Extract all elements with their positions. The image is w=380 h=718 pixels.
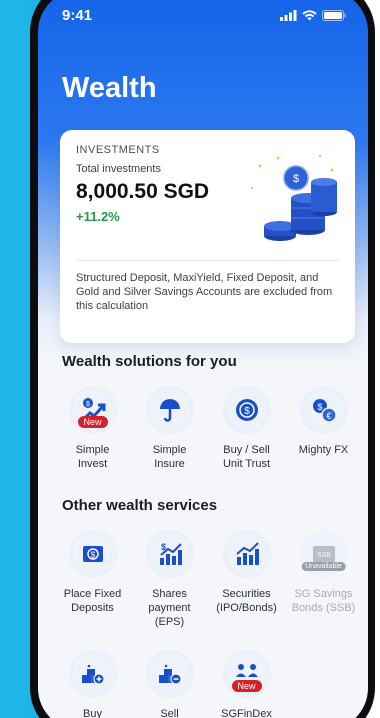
chart-up-icon: $ New — [68, 386, 117, 434]
gold-minus-icon — [145, 650, 194, 698]
svg-text:€: € — [326, 411, 331, 421]
sell-gold-item[interactable]: Sell — [131, 650, 208, 718]
sgfindex-label: SGFinDex — [221, 708, 272, 718]
shares-payment-item[interactable]: $ Shares payment (EPS) — [131, 530, 208, 629]
investments-card[interactable]: INVESTMENTS Total investments 8,000.50 S… — [60, 130, 355, 343]
other-services-title: Other wealth services — [62, 497, 218, 514]
coin-icon: $ — [222, 386, 271, 434]
svg-text:$: $ — [244, 406, 250, 417]
securities-label: Securities (IPO/Bonds) — [216, 588, 277, 614]
fixed-deposits-label: Place Fixed Deposits — [63, 588, 122, 614]
card-divider — [76, 260, 339, 261]
shares-chart-icon: $ — [145, 530, 194, 578]
fixed-deposits-item[interactable]: $ Place Fixed Deposits — [54, 530, 131, 629]
buy-gold-item[interactable]: Buy — [54, 650, 131, 718]
coins-stack-icon: $ — [250, 154, 337, 241]
simple-invest-label: Simple Invest — [75, 444, 110, 470]
signal-icon — [280, 9, 297, 21]
dollar-note-icon: $ — [68, 530, 117, 578]
securities-item[interactable]: Securities (IPO/Bonds) — [208, 530, 285, 629]
simple-insure-item[interactable]: Simple Insure — [131, 386, 208, 471]
wifi-icon — [302, 9, 317, 20]
other-services-grid: $ Place Fixed Deposits $ Shares payment … — [54, 530, 364, 629]
unit-trust-label: Buy / Sell Unit Trust — [222, 444, 271, 470]
umbrella-icon — [145, 386, 194, 434]
new-badge: New — [231, 680, 262, 692]
buy-label: Buy — [83, 708, 102, 718]
battery-icon — [322, 9, 346, 21]
gold-plus-icon — [68, 650, 117, 698]
sgfindex-item[interactable]: New SGFinDex — [208, 650, 285, 718]
status-time: 9:41 — [62, 6, 93, 24]
svg-text:$: $ — [86, 401, 90, 408]
simple-invest-item[interactable]: $ New Simple Invest — [54, 386, 131, 471]
people-icon: New — [222, 650, 271, 698]
total-investments-amount: 8,000.50 SGD — [76, 180, 210, 203]
wealth-solutions-title: Wealth solutions for you — [62, 353, 237, 370]
sell-label: Sell — [160, 708, 179, 718]
unavailable-badge: Unavailable — [301, 562, 346, 571]
unit-trust-item[interactable]: $ Buy / Sell Unit Trust — [208, 386, 285, 471]
other-services-grid-row2: Buy Sell New SGFinDex — [54, 650, 364, 718]
page-title: Wealth — [62, 72, 157, 104]
status-icons — [280, 9, 346, 21]
currency-exchange-icon: $ € — [299, 386, 348, 434]
svg-text:$: $ — [90, 551, 95, 560]
sg-savings-bonds-label: SG Savings Bonds (SSB) — [291, 588, 356, 614]
simple-insure-label: Simple Insure — [152, 444, 187, 470]
total-investments-label: Total investments — [76, 163, 161, 175]
new-badge: New — [77, 416, 108, 428]
investments-change: +11.2% — [76, 209, 120, 224]
shares-payment-label: Shares payment (EPS) — [148, 588, 191, 628]
investments-note: Structured Deposit, MaxiYield, Fixed Dep… — [76, 272, 333, 312]
bar-chart-icon — [222, 530, 271, 578]
app-screen: 9:41 Wealth INVESTMENTS Total investment… — [38, 0, 368, 718]
mighty-fx-label: Mighty FX — [298, 444, 349, 456]
svg-text:$: $ — [293, 173, 299, 185]
mighty-fx-item[interactable]: $ € Mighty FX — [285, 386, 362, 471]
investments-label: INVESTMENTS — [76, 144, 160, 156]
ssb-text: SSB — [316, 552, 330, 559]
wealth-solutions-grid: $ New Simple Invest Simple Insure $ Buy … — [54, 386, 364, 471]
svg-text:$: $ — [317, 402, 322, 412]
status-bar: 9:41 — [62, 6, 346, 24]
sg-savings-bonds-item[interactable]: SSB Unavailable SG Savings Bonds (SSB) — [285, 530, 362, 629]
